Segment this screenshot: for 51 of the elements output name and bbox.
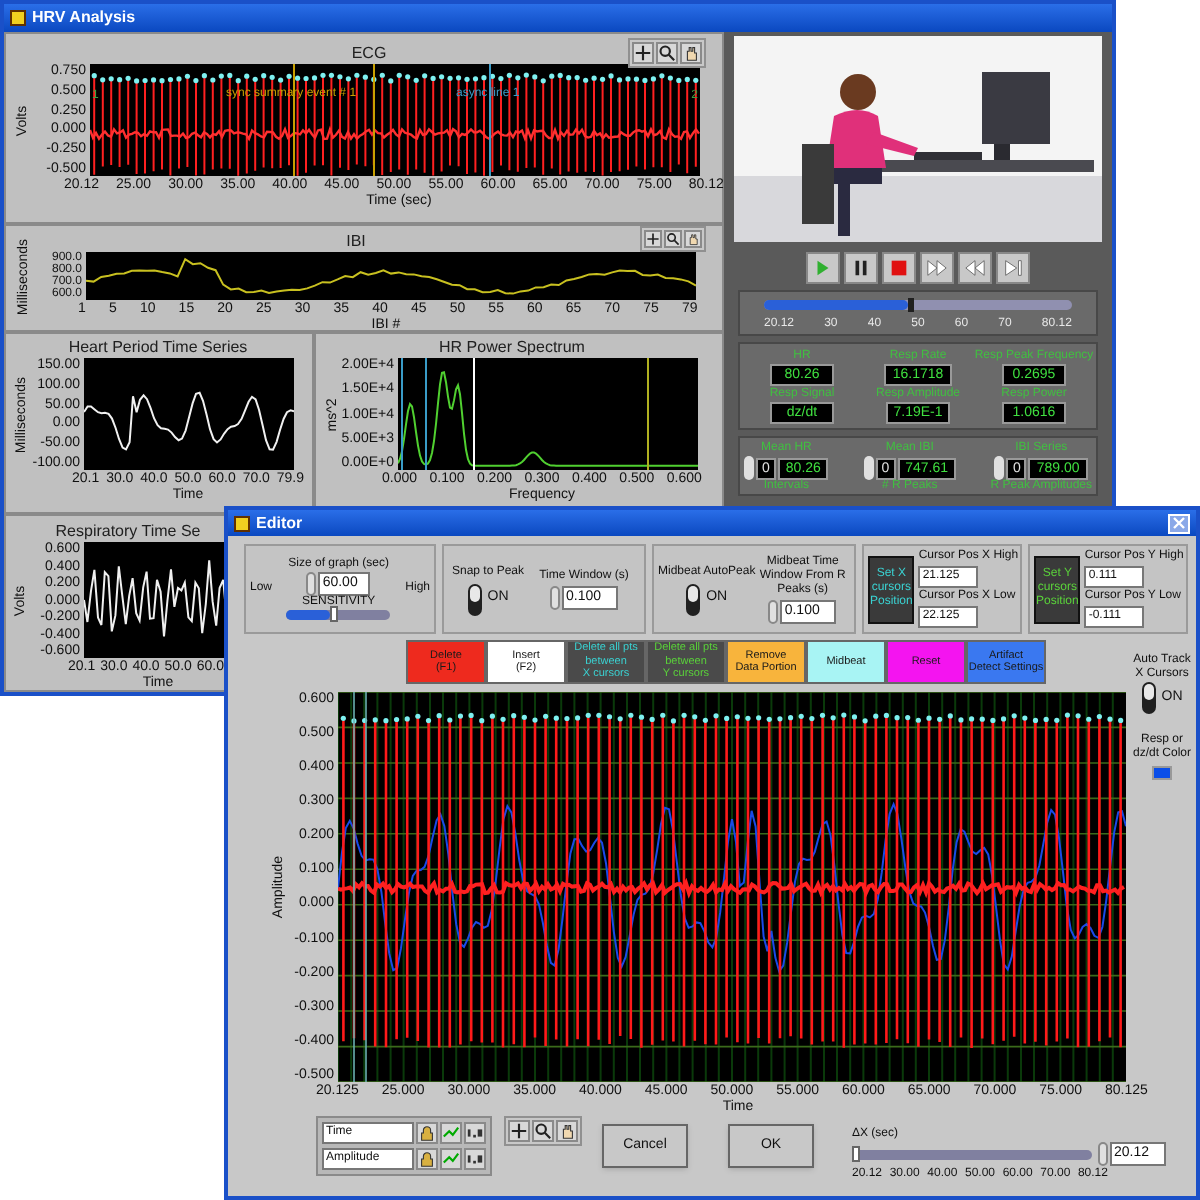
- color-swatch[interactable]: [1152, 766, 1172, 780]
- spinner-icon[interactable]: [744, 456, 754, 480]
- toggle-switch[interactable]: [686, 583, 701, 615]
- hand-icon[interactable]: [684, 230, 702, 248]
- rewind-button[interactable]: [958, 252, 992, 284]
- spinner-icon[interactable]: [306, 572, 317, 596]
- slider-thumb[interactable]: [908, 298, 915, 312]
- close-button[interactable]: [1168, 513, 1190, 533]
- chart-title: Respiratory Time Se: [55, 522, 201, 542]
- spinner-icon[interactable]: [768, 599, 779, 623]
- spinner-icon[interactable]: [1098, 1142, 1108, 1166]
- fast-forward-button[interactable]: [920, 252, 954, 284]
- fast-forward-icon: [926, 256, 948, 280]
- hand-icon[interactable]: [556, 1120, 578, 1142]
- skip-end-button[interactable]: [996, 252, 1030, 284]
- format-icon[interactable]: [464, 1148, 486, 1170]
- chart-title: ECG: [351, 44, 387, 64]
- zoom-icon[interactable]: [664, 230, 682, 248]
- zoom-icon[interactable]: [532, 1120, 554, 1142]
- app-icon: [234, 515, 250, 531]
- lock-icon[interactable]: [416, 1122, 438, 1144]
- cursor-icon[interactable]: [632, 42, 654, 64]
- play-icon: [812, 256, 834, 280]
- close-icon: [1172, 516, 1186, 530]
- cursor-icon[interactable]: [508, 1120, 530, 1142]
- cursor-icon[interactable]: [644, 230, 662, 248]
- slider-thumb[interactable]: [330, 606, 339, 622]
- pause-button[interactable]: [844, 252, 878, 284]
- chart-title: HR Power Spectrum: [439, 338, 585, 358]
- rewind-icon: [964, 256, 986, 280]
- pause-icon: [850, 256, 872, 280]
- toggle-switch[interactable]: [467, 583, 482, 615]
- window-title: Editor: [256, 511, 305, 535]
- slider[interactable]: [852, 1149, 1092, 1159]
- slider[interactable]: [286, 610, 391, 620]
- spinner-icon[interactable]: [550, 585, 560, 609]
- zoom-icon[interactable]: [656, 42, 678, 64]
- slider[interactable]: [764, 300, 1072, 310]
- lock-icon[interactable]: [416, 1148, 438, 1170]
- window-title: HRV Analysis: [32, 6, 136, 30]
- toggle-switch[interactable]: [1141, 682, 1156, 714]
- chart-title: Heart Period Time Series: [68, 338, 248, 358]
- app-icon: [10, 10, 26, 26]
- hand-icon[interactable]: [680, 42, 702, 64]
- spinner-icon[interactable]: [863, 456, 874, 480]
- spinner-icon[interactable]: [994, 456, 1005, 480]
- skip-end-icon: [1002, 256, 1024, 280]
- slider-thumb[interactable]: [852, 1145, 860, 1161]
- format-icon[interactable]: [464, 1122, 486, 1144]
- stop-icon: [888, 256, 910, 280]
- chart-title: IBI: [346, 232, 366, 252]
